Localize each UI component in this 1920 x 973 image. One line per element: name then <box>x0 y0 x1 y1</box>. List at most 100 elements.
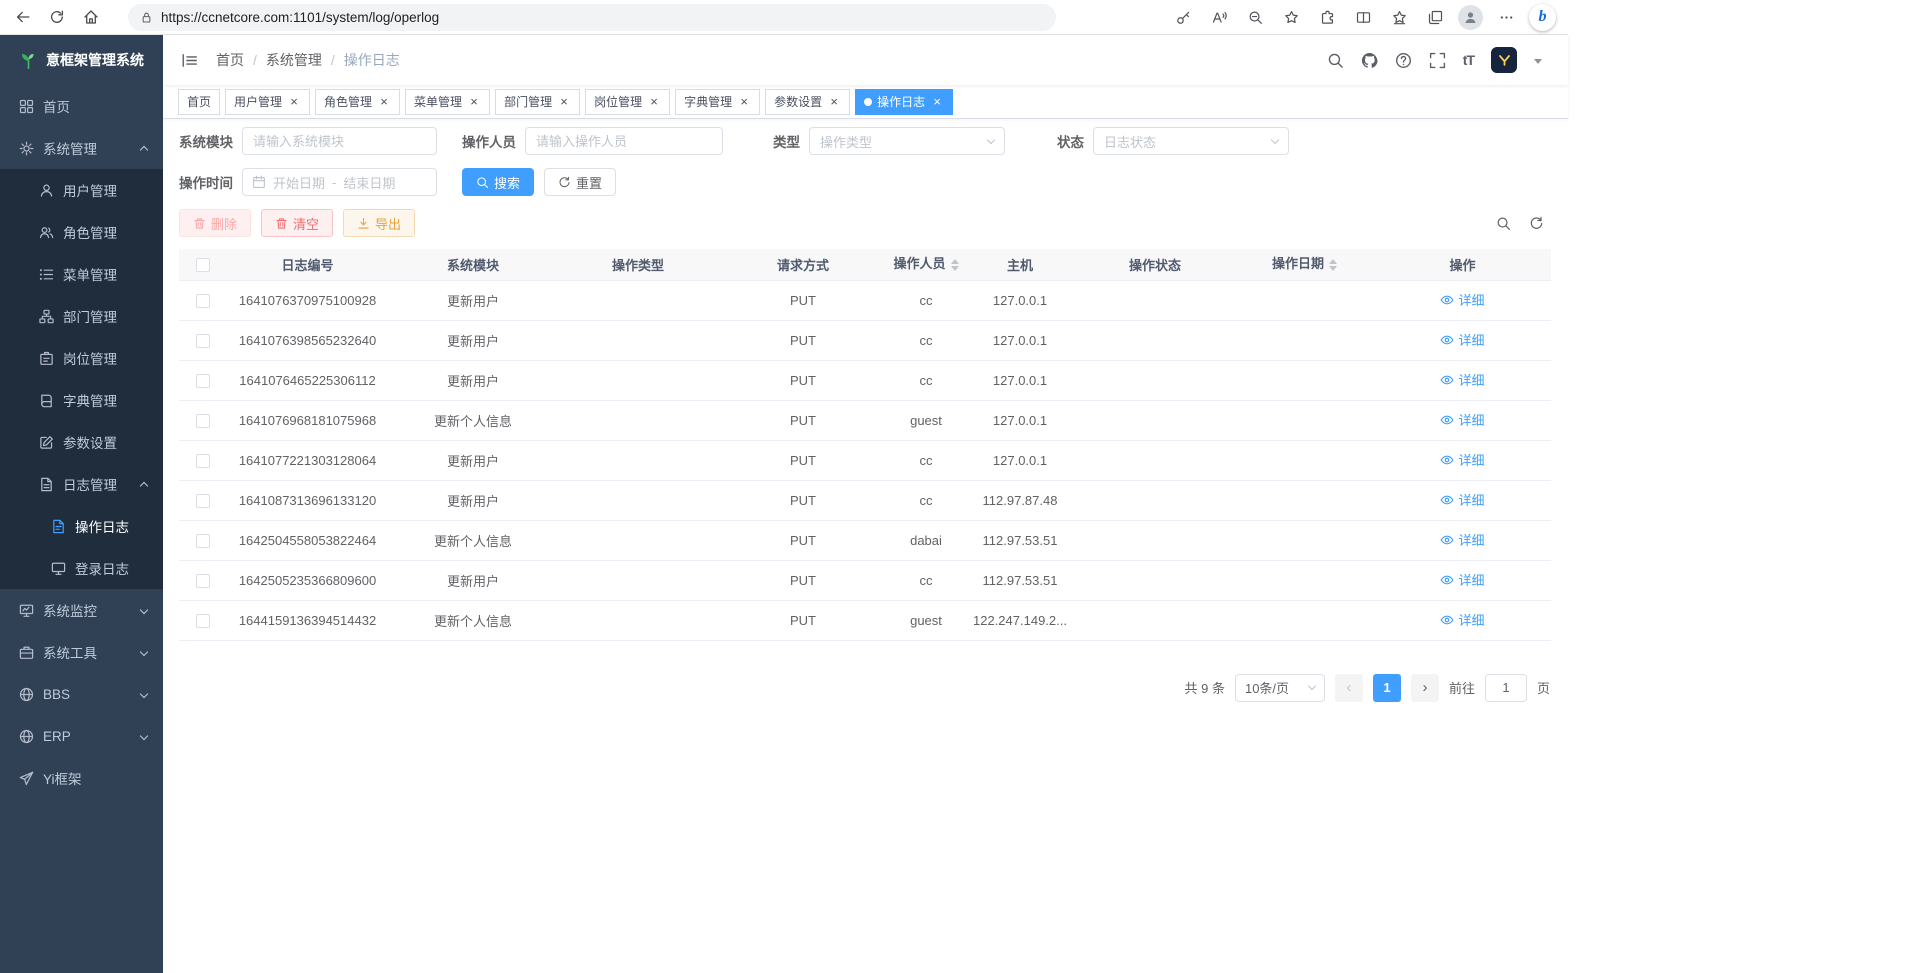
add-favorite-icon[interactable] <box>1278 4 1304 30</box>
close-icon[interactable]: × <box>287 95 301 109</box>
refresh-table-icon[interactable] <box>1529 216 1544 231</box>
tab-post-management[interactable]: 岗位管理× <box>585 89 670 115</box>
delete-button[interactable]: 删除 <box>179 209 251 237</box>
row-checkbox[interactable] <box>196 334 210 348</box>
sidebar-toggle-icon[interactable] <box>177 52 202 69</box>
font-size-icon[interactable]: tT <box>1463 52 1474 68</box>
sidebar-item-system-management[interactable]: 系统管理 <box>0 127 163 169</box>
breadcrumb-item[interactable]: 系统管理 <box>266 50 322 70</box>
detail-link[interactable]: 详细 <box>1440 290 1484 309</box>
zoom-out-icon[interactable] <box>1242 4 1268 30</box>
reset-button[interactable]: 重置 <box>544 168 616 196</box>
sidebar-item-label: 操作日志 <box>75 516 129 536</box>
sidebar-item-bbs[interactable]: BBS <box>0 673 163 715</box>
more-menu-icon[interactable] <box>1493 4 1519 30</box>
clear-button[interactable]: 清空 <box>261 209 333 237</box>
operator-input[interactable] <box>525 127 723 155</box>
type-select[interactable]: 操作类型 <box>809 127 1005 155</box>
row-checkbox[interactable] <box>196 614 210 628</box>
date-range-picker[interactable]: 开始日期 - 结束日期 <box>242 168 437 196</box>
favorites-icon[interactable] <box>1386 4 1412 30</box>
status-select[interactable]: 日志状态 <box>1093 127 1289 155</box>
module-input[interactable] <box>242 127 437 155</box>
sort-icon[interactable] <box>951 255 959 275</box>
sidebar-item-post-management[interactable]: 岗位管理 <box>0 337 163 379</box>
tab-role-management[interactable]: 角色管理× <box>315 89 400 115</box>
close-icon[interactable]: × <box>737 95 751 109</box>
column-date[interactable]: 操作日期 <box>1235 249 1374 280</box>
browser-refresh-icon[interactable] <box>44 4 70 30</box>
close-icon[interactable]: × <box>827 95 841 109</box>
collections-icon[interactable] <box>1422 4 1448 30</box>
tab-param-settings[interactable]: 参数设置× <box>765 89 850 115</box>
sidebar-item-menu-management[interactable]: 菜单管理 <box>0 253 163 295</box>
sidebar-item-dict-management[interactable]: 字典管理 <box>0 379 163 421</box>
address-bar[interactable]: https://ccnetcore.com:1101/system/log/op… <box>128 4 1056 31</box>
select-all-checkbox[interactable] <box>196 258 210 272</box>
sidebar-item-system-tools[interactable]: 系统工具 <box>0 631 163 673</box>
sidebar-item-system-monitor[interactable]: 系统监控 <box>0 589 163 631</box>
help-icon[interactable] <box>1395 52 1412 69</box>
sidebar-item-dept-management[interactable]: 部门管理 <box>0 295 163 337</box>
tab-dept-management[interactable]: 部门管理× <box>495 89 580 115</box>
split-screen-icon[interactable] <box>1350 4 1376 30</box>
read-aloud-icon[interactable] <box>1206 4 1232 30</box>
row-checkbox[interactable] <box>196 574 210 588</box>
browser-home-icon[interactable] <box>78 4 104 30</box>
page-size-select[interactable]: 10条/页 <box>1235 674 1325 702</box>
user-avatar[interactable] <box>1491 47 1517 73</box>
detail-link[interactable]: 详细 <box>1440 530 1484 549</box>
row-checkbox[interactable] <box>196 534 210 548</box>
search-icon[interactable] <box>1327 52 1344 69</box>
row-checkbox[interactable] <box>196 414 210 428</box>
close-icon[interactable]: × <box>557 95 571 109</box>
tab-user-management[interactable]: 用户管理× <box>225 89 310 115</box>
detail-link[interactable]: 详细 <box>1440 330 1484 349</box>
next-page-button[interactable]: › <box>1411 674 1439 702</box>
detail-link[interactable]: 详细 <box>1440 410 1484 429</box>
sidebar-item-role-management[interactable]: 角色管理 <box>0 211 163 253</box>
row-checkbox[interactable] <box>196 454 210 468</box>
goto-page-input[interactable] <box>1485 674 1527 702</box>
column-operator[interactable]: 操作人员 <box>887 249 965 280</box>
close-icon[interactable]: × <box>930 95 944 109</box>
breadcrumb-item[interactable]: 首页 <box>216 50 244 70</box>
close-icon[interactable]: × <box>377 95 391 109</box>
fullscreen-icon[interactable] <box>1429 52 1446 69</box>
export-button[interactable]: 导出 <box>343 209 415 237</box>
sidebar-item-login-log[interactable]: 登录日志 <box>0 547 163 589</box>
browser-back-icon[interactable] <box>10 4 36 30</box>
prev-page-button[interactable]: ‹ <box>1335 674 1363 702</box>
extensions-icon[interactable] <box>1314 4 1340 30</box>
sidebar-item-user-management[interactable]: 用户管理 <box>0 169 163 211</box>
tab-menu-management[interactable]: 菜单管理× <box>405 89 490 115</box>
sidebar-item-home[interactable]: 首页 <box>0 85 163 127</box>
close-icon[interactable]: × <box>647 95 661 109</box>
copilot-bing-icon[interactable] <box>1529 4 1556 31</box>
sidebar-item-operation-log[interactable]: 操作日志 <box>0 505 163 547</box>
search-button[interactable]: 搜索 <box>462 168 534 196</box>
chevron-down-icon[interactable] <box>1534 59 1542 68</box>
detail-link[interactable]: 详细 <box>1440 610 1484 629</box>
detail-link[interactable]: 详细 <box>1440 490 1484 509</box>
sort-icon[interactable] <box>1329 255 1337 275</box>
close-icon[interactable]: × <box>467 95 481 109</box>
tab-dict-management[interactable]: 字典管理× <box>675 89 760 115</box>
sidebar-item-log-management[interactable]: 日志管理 <box>0 463 163 505</box>
github-icon[interactable] <box>1361 52 1378 69</box>
browser-profile-avatar[interactable] <box>1458 5 1483 30</box>
row-checkbox[interactable] <box>196 494 210 508</box>
toggle-search-icon[interactable] <box>1496 216 1511 231</box>
password-icon[interactable] <box>1170 4 1196 30</box>
tab-operation-log[interactable]: 操作日志× <box>855 89 953 115</box>
detail-link[interactable]: 详细 <box>1440 450 1484 469</box>
sidebar-item-param-settings[interactable]: 参数设置 <box>0 421 163 463</box>
sidebar-item-erp[interactable]: ERP <box>0 715 163 757</box>
detail-link[interactable]: 详细 <box>1440 370 1484 389</box>
detail-link[interactable]: 详细 <box>1440 570 1484 589</box>
row-checkbox[interactable] <box>196 294 210 308</box>
sidebar-item-yi-framework[interactable]: Yi框架 <box>0 757 163 799</box>
tab-home[interactable]: 首页 <box>178 89 220 115</box>
page-number-button[interactable]: 1 <box>1373 674 1401 702</box>
row-checkbox[interactable] <box>196 374 210 388</box>
